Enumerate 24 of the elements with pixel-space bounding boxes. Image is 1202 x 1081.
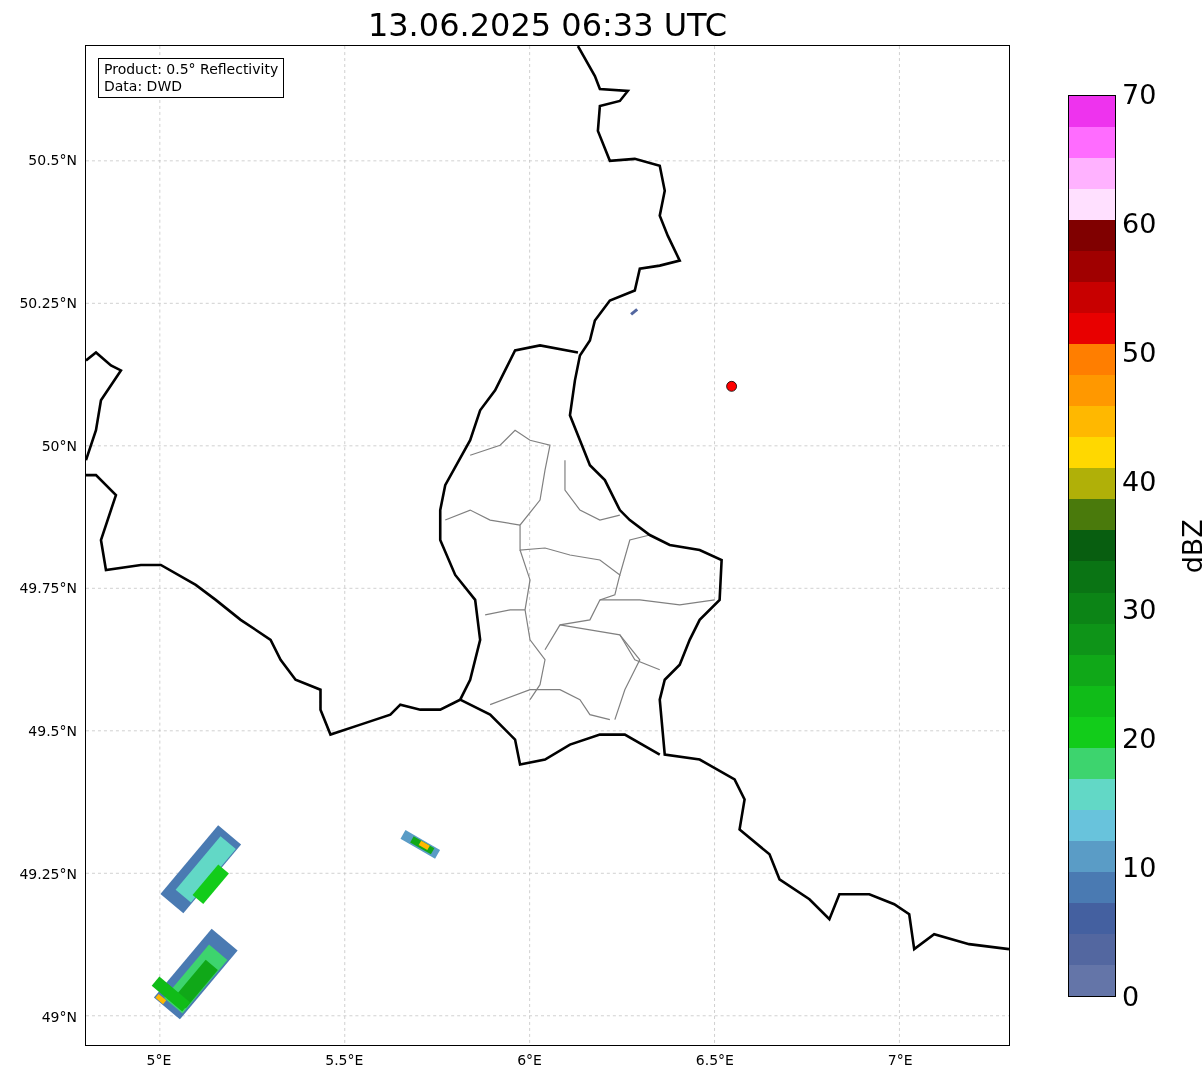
x-tick-label: 6.5°E (695, 1052, 734, 1068)
colorbar-tick-label: 0 (1122, 982, 1140, 1012)
y-tick-label: 49.75°N (19, 580, 77, 597)
y-tick-label: 49.5°N (28, 723, 77, 740)
colorbar-tick-label: 10 (1122, 853, 1157, 884)
x-tick-label: 7°E (887, 1052, 913, 1068)
colorbar-label: dBZ (1175, 518, 1202, 574)
y-tick-label: 50.5°N (28, 152, 77, 168)
colorbar-tick-label: 60 (1122, 208, 1157, 239)
x-tick-label: 5°E (146, 1052, 172, 1068)
x-tick-label: 5.5°E (325, 1052, 364, 1068)
colorbar-tick-label: 40 (1122, 466, 1157, 497)
y-tick-label: 50.25°N (19, 294, 77, 311)
colorbar-tick-label: 50 (1122, 337, 1157, 368)
chart-title: 13.06.2025 06:33 UTC (367, 5, 728, 45)
colorbar-tick-label: 20 (1122, 724, 1157, 755)
y-tick-label: 49.25°N (19, 866, 77, 882)
colorbar-tick-label: 30 (1122, 595, 1157, 626)
y-tick-label: 50°N (41, 437, 77, 454)
y-tick-label: 49°N (41, 1008, 77, 1025)
info-text: Data: DWD (104, 78, 183, 95)
colorbar-tick-label: 70 (1122, 80, 1157, 110)
info-text: Product: 0.5° Reflectivity (104, 61, 279, 78)
x-tick-label: 6°E (517, 1052, 542, 1068)
